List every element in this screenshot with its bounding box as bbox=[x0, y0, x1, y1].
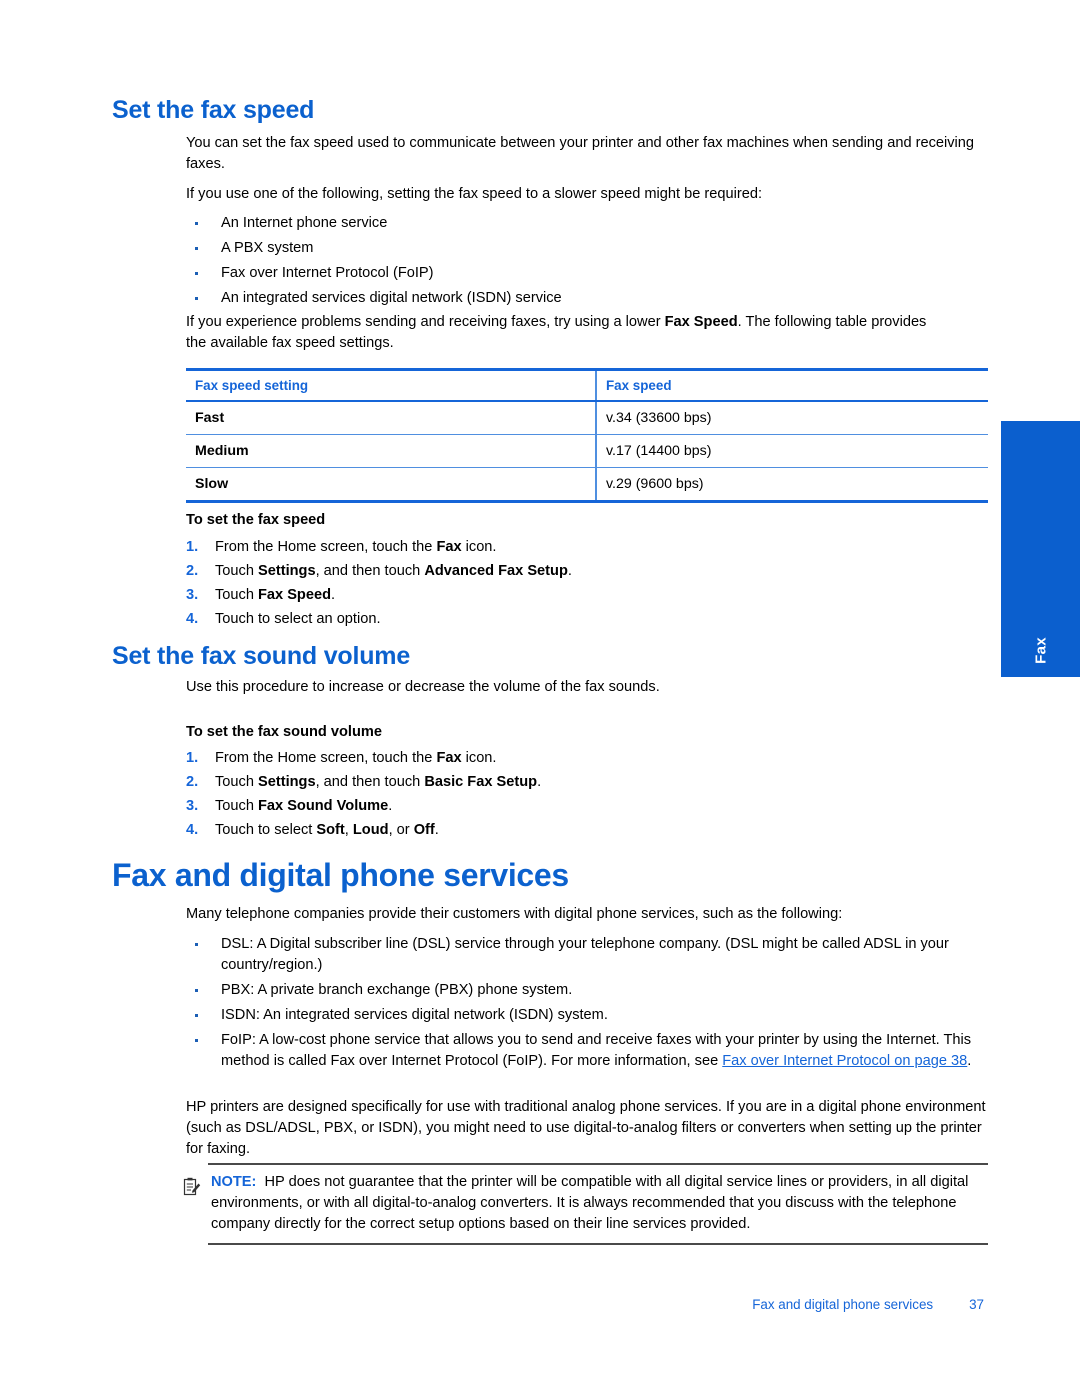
emphasis: Advanced Fax Setup bbox=[424, 563, 568, 579]
fax-speed-table: Fax speed setting Fax speed Fast v.34 (3… bbox=[186, 368, 988, 503]
step-item: From the Home screen, touch the Fax icon… bbox=[186, 746, 886, 770]
fax-speed-table-wrapper: Fax speed setting Fax speed Fast v.34 (3… bbox=[186, 368, 988, 503]
text-fragment: . bbox=[434, 822, 439, 838]
note-body: NOTE: HP does not guarantee that the pri… bbox=[208, 1163, 988, 1245]
note-block: NOTE: HP does not guarantee that the pri… bbox=[180, 1163, 988, 1245]
text-fragment: icon. bbox=[461, 750, 497, 766]
text-fragment: . bbox=[537, 774, 542, 790]
document-page: Fax Set the fax speed You can set the fa… bbox=[0, 0, 1080, 1397]
steps-set-fax-sound-volume: From the Home screen, touch the Fax icon… bbox=[186, 746, 886, 842]
step-item: Touch Fax Sound Volume. bbox=[186, 794, 886, 818]
paragraph-lower-fax-speed: If you experience problems sending and r… bbox=[186, 312, 946, 354]
paragraph-hp-printers-analog: HP printers are designed specifically fo… bbox=[186, 1099, 986, 1157]
table-cell-setting: Fast bbox=[186, 401, 596, 435]
note-text: NOTE: HP does not guarantee that the pri… bbox=[208, 1172, 988, 1235]
table-cell-speed: v.17 (14400 bps) bbox=[595, 434, 988, 468]
cross-reference-link-fax-over-internet-protocol[interactable]: Fax over Internet Protocol on page 38 bbox=[722, 1053, 967, 1069]
emphasis: Fax Sound Volume bbox=[258, 798, 389, 814]
text-fragment: , and then touch bbox=[315, 774, 425, 790]
text-fragment: From the Home screen, touch the bbox=[215, 539, 437, 555]
note-label: NOTE: bbox=[211, 1174, 257, 1190]
text-fragment: From the Home screen, touch the bbox=[215, 750, 437, 766]
emphasis: Soft bbox=[316, 822, 345, 838]
step-item: Touch to select an option. bbox=[186, 607, 886, 631]
text-fragment: Touch bbox=[215, 563, 258, 579]
list-item-foip: FoIP: A low-cost phone service that allo… bbox=[186, 1030, 986, 1072]
text-fragment: Touch to select bbox=[215, 822, 317, 838]
list-digital-phone-services: DSL: A Digital subscriber line (DSL) ser… bbox=[186, 934, 986, 1076]
step-item: Touch Settings, and then touch Basic Fax… bbox=[186, 770, 886, 794]
heading-text: Set the fax speed bbox=[112, 96, 315, 124]
emphasis: Fax Speed bbox=[258, 587, 331, 603]
step-item: Touch to select Soft, Loud, or Off. bbox=[186, 818, 886, 842]
list-item: ISDN: An integrated services digital net… bbox=[186, 1005, 986, 1026]
emphasis: Loud bbox=[352, 822, 389, 838]
text-fragment: icon. bbox=[461, 539, 497, 555]
paragraph-fax-speed-intro: You can set the fax speed used to commun… bbox=[186, 135, 975, 172]
footer-section-title: Fax and digital phone services bbox=[752, 1297, 934, 1312]
side-tab-fax: Fax bbox=[1001, 421, 1080, 677]
paragraph-slower-speed: If you use one of the following, setting… bbox=[186, 186, 762, 202]
table-cell-speed: v.34 (33600 bps) bbox=[595, 401, 988, 435]
step-item: Touch Settings, and then touch Advanced … bbox=[186, 559, 886, 583]
text-fragment: If you experience problems sending and r… bbox=[186, 314, 665, 330]
text-fragment: Touch bbox=[215, 798, 258, 814]
table-row: Slow v.29 (9600 bps) bbox=[186, 467, 988, 503]
page-footer: Fax and digital phone services 37 bbox=[0, 1297, 1080, 1312]
step-item: From the Home screen, touch the Fax icon… bbox=[186, 535, 886, 559]
table-row: Medium v.17 (14400 bps) bbox=[186, 434, 988, 468]
table-cell-speed: v.29 (9600 bps) bbox=[595, 467, 988, 503]
text-fragment: , bbox=[344, 822, 353, 838]
section-heading-set-the-fax-sound-volume: Set the fax sound volume bbox=[112, 642, 992, 671]
footer-page-number: 37 bbox=[969, 1297, 984, 1312]
text-fragment: Touch to select an option. bbox=[215, 611, 381, 627]
table-cell-setting: Medium bbox=[186, 434, 596, 468]
text-fragment: . bbox=[388, 798, 393, 814]
procedure-heading-set-fax-speed: To set the fax speed bbox=[186, 512, 326, 528]
note-icon bbox=[183, 1177, 201, 1197]
list-slow-speed-conditions: An Internet phone service A PBX system F… bbox=[186, 213, 991, 313]
emphasis: Fax bbox=[436, 750, 462, 766]
step-item: Touch Fax Speed. bbox=[186, 583, 886, 607]
emphasis: Fax bbox=[436, 539, 462, 555]
emphasis: Basic Fax Setup bbox=[424, 774, 538, 790]
list-item: An integrated services digital network (… bbox=[186, 288, 991, 309]
note-content: HP does not guarantee that the printer w… bbox=[211, 1174, 969, 1232]
procedure-heading-set-fax-sound-volume: To set the fax sound volume bbox=[186, 724, 382, 740]
table-header-cell: Fax speed setting bbox=[186, 368, 596, 402]
section-heading-fax-and-digital-phone-services: Fax and digital phone services bbox=[112, 857, 992, 894]
steps-set-fax-speed: From the Home screen, touch the Fax icon… bbox=[186, 535, 886, 631]
table-cell-setting: Slow bbox=[186, 467, 596, 503]
table-header-row: Fax speed setting Fax speed bbox=[186, 368, 988, 402]
emphasis: Off bbox=[413, 822, 435, 838]
table-row: Fast v.34 (33600 bps) bbox=[186, 401, 988, 435]
paragraph-digital-services-intro: Many telephone companies provide their c… bbox=[186, 906, 843, 922]
text-fragment: , or bbox=[388, 822, 414, 838]
list-item: Fax over Internet Protocol (FoIP) bbox=[186, 263, 991, 284]
text-fragment: . bbox=[967, 1053, 972, 1069]
emphasis-fax-speed: Fax Speed bbox=[664, 314, 738, 330]
text-fragment: . bbox=[331, 587, 336, 603]
list-item: An Internet phone service bbox=[186, 213, 991, 234]
list-item: A PBX system bbox=[186, 238, 991, 259]
emphasis: Settings bbox=[258, 563, 316, 579]
side-tab-label: Fax bbox=[1032, 637, 1049, 664]
table-header-cell: Fax speed bbox=[595, 368, 988, 402]
emphasis: Settings bbox=[258, 774, 316, 790]
text-fragment: Touch bbox=[215, 587, 258, 603]
heading-text: Fax and digital phone services bbox=[112, 857, 569, 893]
heading-text: Set the fax sound volume bbox=[112, 642, 411, 670]
section-heading-set-the-fax-speed: Set the fax speed bbox=[112, 96, 992, 125]
text-fragment: Touch bbox=[215, 774, 258, 790]
text-fragment: . bbox=[567, 563, 572, 579]
list-item: DSL: A Digital subscriber line (DSL) ser… bbox=[186, 934, 986, 976]
paragraph-sound-volume-intro: Use this procedure to increase or decrea… bbox=[186, 679, 660, 695]
list-item: PBX: A private branch exchange (PBX) pho… bbox=[186, 980, 986, 1001]
text-fragment: , and then touch bbox=[315, 563, 425, 579]
